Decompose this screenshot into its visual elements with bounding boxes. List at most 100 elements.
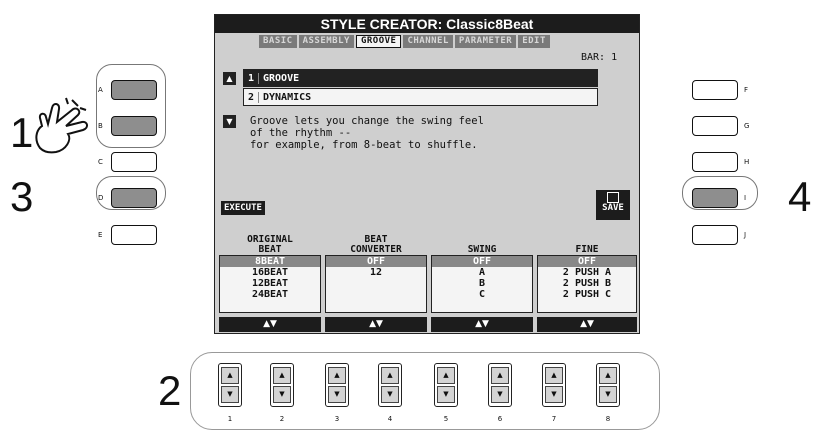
step-number-2: 2 [158,367,182,414]
param-original-beat: ORIGINAL BEAT 8BEAT 16BEAT 12BEAT 24BEAT [219,235,321,315]
panel-button-number: 5 [443,415,449,423]
side-button-j[interactable] [692,225,738,245]
param-fine: FINE OFF 2 PUSH A 2 PUSH B 2 PUSH C [537,235,637,315]
param-option[interactable]: 2 PUSH A [538,267,636,278]
down-arrow-icon[interactable]: ▼ [491,386,509,403]
side-button-a[interactable] [111,80,157,100]
panel-button-7[interactable]: ▲ ▼ [542,363,566,407]
param-option[interactable]: A [432,267,532,278]
down-arrow-icon[interactable]: ▼ [273,386,291,403]
panel-button-number: 6 [497,415,503,423]
param-beat-converter: BEAT CONVERTER OFF 12 [325,235,427,315]
down-arrow-icon[interactable]: ▼ [381,386,399,403]
up-arrow-icon[interactable]: ▲ [437,367,455,384]
param-options[interactable]: OFF A B C [431,255,533,313]
up-arrow-icon[interactable]: ▲ [599,367,617,384]
side-button-d[interactable] [111,188,157,208]
down-arrow-icon[interactable]: ▼ [221,386,239,403]
tab-assembly[interactable]: ASSEMBLY [298,35,354,48]
param-option[interactable]: 2 PUSH B [538,278,636,289]
step-number-4: 4 [788,173,812,220]
help-description: Groove lets you change the swing feel of… [250,115,484,151]
panel-button-group: ▲ ▼ 1 ▲ ▼ 2 ▲ ▼ 3 ▲ ▼ 4 ▲ ▼ 5 ▲ ▼ 6 ▲ ▼ … [190,352,660,430]
panel-button-5[interactable]: ▲ ▼ [434,363,458,407]
side-label-b: B [98,122,103,130]
up-arrow-icon[interactable]: ▲ [273,367,291,384]
lcd-screen: STYLE CREATOR: Classic8Beat BASIC ASSEMB… [214,14,640,334]
panel-button-number: 3 [334,415,340,423]
tab-groove[interactable]: GROOVE [355,35,402,48]
param-option[interactable]: OFF [538,256,636,267]
param-heading: FINE [575,244,599,255]
param-option[interactable]: OFF [432,256,532,267]
tab-bar: BASIC ASSEMBLY GROOVE CHANNEL PARAMETER … [259,35,550,48]
step-number-3: 3 [10,173,34,220]
panel-button-3[interactable]: ▲ ▼ [325,363,349,407]
step-number-1: 1 [10,109,34,156]
side-label-j: J [744,231,747,239]
panel-button-8[interactable]: ▲ ▼ [596,363,620,407]
tab-edit[interactable]: EDIT [518,35,550,48]
up-arrow-icon[interactable]: ▲ [221,367,239,384]
param-option[interactable]: B [432,278,532,289]
scroll-down-icon[interactable]: ▼ [223,115,236,128]
param-option[interactable]: OFF [326,256,426,267]
up-arrow-icon[interactable]: ▲ [491,367,509,384]
side-button-e[interactable] [111,225,157,245]
panel-button-number: 7 [551,415,557,423]
up-arrow-icon[interactable]: ▲ [381,367,399,384]
side-button-c[interactable] [111,152,157,172]
tab-basic[interactable]: BASIC [259,35,297,48]
menu-item-dynamics[interactable]: 2 DYNAMICS [243,88,598,106]
menu-list: 1 GROOVE 2 DYNAMICS [243,69,598,107]
param-options[interactable]: OFF 2 PUSH A 2 PUSH B 2 PUSH C [537,255,637,313]
lcd-updown-button-2[interactable]: ▲▼ [325,317,427,332]
up-arrow-icon[interactable]: ▲ [545,367,563,384]
down-arrow-icon[interactable]: ▼ [545,386,563,403]
panel-button-number: 2 [279,415,285,423]
tab-parameter[interactable]: PARAMETER [454,35,517,48]
param-heading: SWING [467,244,497,255]
save-button[interactable]: SAVE [596,190,630,220]
menu-item-label: GROOVE [263,72,300,84]
panel-button-6[interactable]: ▲ ▼ [488,363,512,407]
lcd-updown-button-3[interactable]: ▲▼ [431,317,533,332]
param-options[interactable]: OFF 12 [325,255,427,313]
down-arrow-icon[interactable]: ▼ [328,386,346,403]
side-label-g: G [744,122,750,130]
down-arrow-icon[interactable]: ▼ [599,386,617,403]
panel-button-2[interactable]: ▲ ▼ [270,363,294,407]
panel-button-number: 8 [605,415,611,423]
param-option[interactable]: 24BEAT [220,289,320,300]
side-label-a: A [98,86,103,94]
side-button-i[interactable] [692,188,738,208]
side-button-b[interactable] [111,116,157,136]
bar-indicator: BAR: 1 [581,52,618,63]
lcd-updown-button-4[interactable]: ▲▼ [537,317,637,332]
side-button-g[interactable] [692,116,738,136]
parameter-area: ORIGINAL BEAT 8BEAT 16BEAT 12BEAT 24BEAT… [219,235,637,315]
param-option[interactable]: C [432,289,532,300]
tab-channel[interactable]: CHANNEL [403,35,453,48]
param-option[interactable]: 2 PUSH C [538,289,636,300]
param-options[interactable]: 8BEAT 16BEAT 12BEAT 24BEAT [219,255,321,313]
menu-item-groove[interactable]: 1 GROOVE [243,69,598,87]
panel-button-1[interactable]: ▲ ▼ [218,363,242,407]
side-button-f[interactable] [692,80,738,100]
execute-button[interactable]: EXECUTE [221,201,265,215]
param-option[interactable]: 8BEAT [220,256,320,267]
side-button-h[interactable] [692,152,738,172]
scroll-up-icon[interactable]: ▲ [223,72,236,85]
param-option[interactable]: 12 [326,267,426,278]
up-arrow-icon[interactable]: ▲ [328,367,346,384]
param-option[interactable]: 16BEAT [220,267,320,278]
panel-button-number: 1 [227,415,233,423]
down-arrow-icon[interactable]: ▼ [437,386,455,403]
param-heading: ORIGINAL BEAT [247,234,293,255]
menu-item-number: 2 [244,91,259,103]
param-option[interactable]: 12BEAT [220,278,320,289]
param-heading: BEAT CONVERTER [350,234,402,255]
panel-button-4[interactable]: ▲ ▼ [378,363,402,407]
side-label-d: D [98,194,104,202]
lcd-updown-button-1[interactable]: ▲▼ [219,317,321,332]
